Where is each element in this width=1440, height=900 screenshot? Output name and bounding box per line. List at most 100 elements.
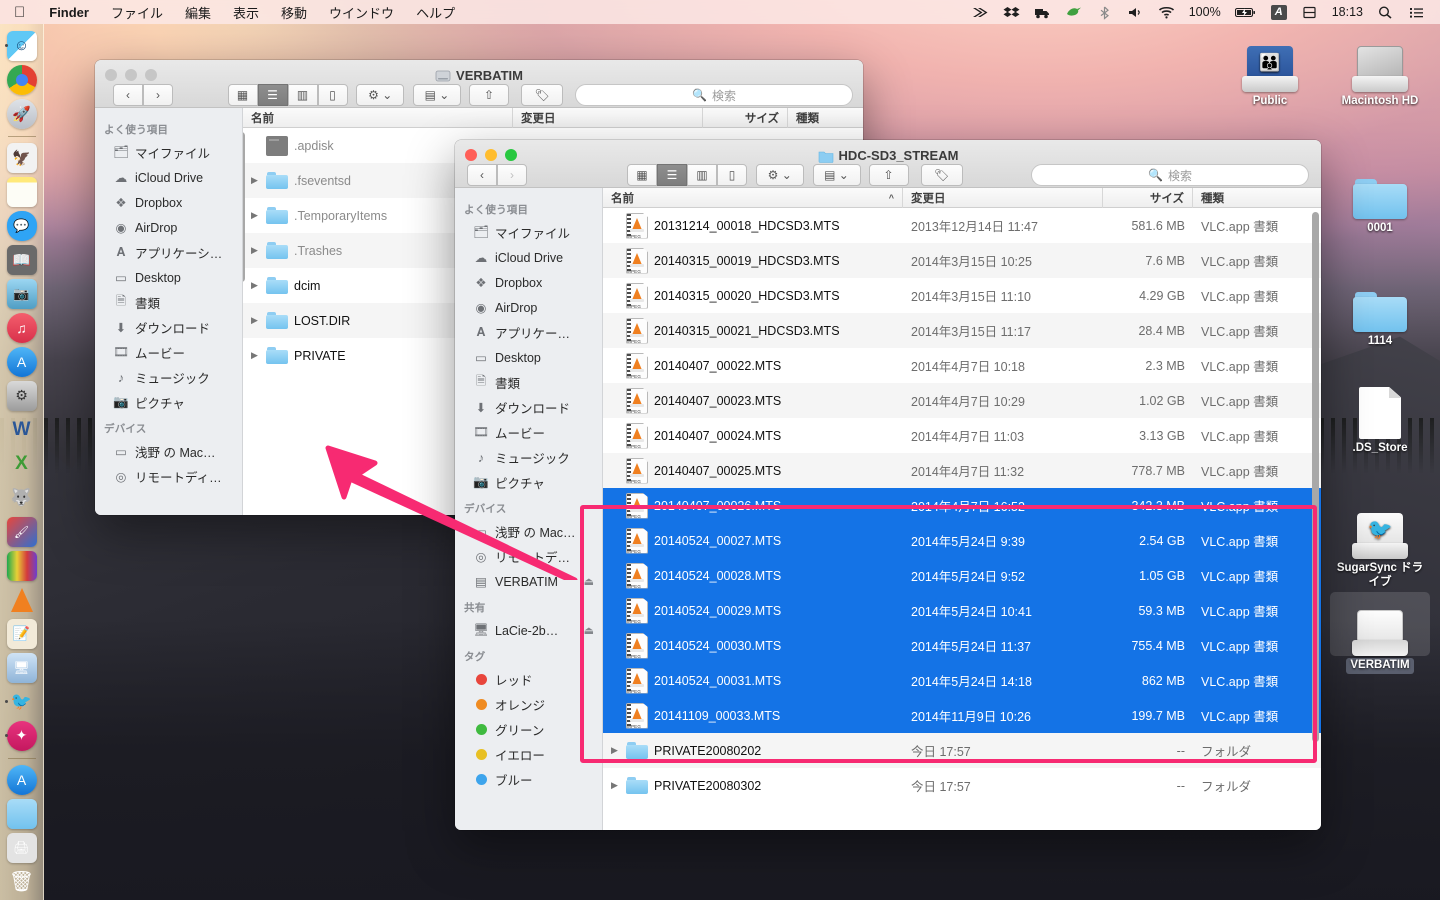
- dock-item-finder[interactable]: ☺: [5, 30, 39, 62]
- column-header-name[interactable]: 名前 ^: [603, 188, 903, 208]
- dock[interactable]: ☺ 🚀 🦅 💬 📖 📷 ♫ A ⚙ W X 🐺 🖌 📝 🖥 🐦 ✦ A 🖨 🗑: [0, 24, 44, 900]
- coverflow-view-icon[interactable]: ▯: [318, 84, 348, 106]
- disclosure-triangle[interactable]: ▶: [249, 280, 260, 291]
- window-titlebar[interactable]: VERBATIM ‹ › 戻る ▦ ☰ ▥ ▯ 表示 ⚙: [95, 60, 863, 108]
- calendar-icon[interactable]: [1294, 5, 1325, 20]
- vertical-scrollbar[interactable]: [1312, 212, 1319, 824]
- share-icon[interactable]: ⇧: [469, 84, 509, 106]
- search-input[interactable]: 🔍 検索: [1031, 164, 1309, 186]
- tag-icon[interactable]: 🏷: [521, 84, 563, 106]
- grid-icon[interactable]: ▤ ⌄: [413, 84, 461, 106]
- sidebar-item-movies[interactable]: 🎞ムービー: [95, 340, 242, 365]
- dock-item-iphoto[interactable]: 📷: [5, 278, 39, 310]
- sidebar-item-icloud-drive[interactable]: ☁iCloud Drive: [95, 165, 242, 190]
- window-titlebar[interactable]: HDC-SD3_STREAM ‹ › 戻る ▦ ☰ ▥ ▯ 表示: [455, 140, 1321, 188]
- menu-view[interactable]: 表示: [222, 3, 270, 22]
- desktop-icon-ds-store[interactable]: .DS_Store: [1330, 375, 1430, 457]
- finder-window-hdc-sd3-stream[interactable]: HDC-SD3_STREAM ‹ › 戻る ▦ ☰ ▥ ▯ 表示: [455, 140, 1321, 830]
- table-row[interactable]: MPEG20140407_00023.MTS2014年4月7日 10:291.0…: [603, 383, 1321, 418]
- back-button[interactable]: ‹: [467, 164, 497, 186]
- sidebar-item-tag-yellow[interactable]: イエロー: [455, 742, 602, 767]
- sidebar-item-verbatim[interactable]: ▤VERBATIM⏏: [455, 569, 602, 594]
- sidebar-item-myfiles[interactable]: 🗂マイファイル: [95, 140, 242, 165]
- desktop-icon-sugarsync[interactable]: 🐦 SugarSync ドライブ: [1330, 495, 1430, 591]
- table-row[interactable]: MPEG20141109_00033.MTS2014年11月9日 10:2619…: [603, 698, 1321, 733]
- volume-icon[interactable]: [1120, 5, 1151, 20]
- share-icon[interactable]: ⇧: [869, 164, 909, 186]
- gear-icon[interactable]: ⚙ ⌄: [356, 84, 404, 106]
- forward-button[interactable]: ›: [497, 164, 527, 186]
- dock-item-itunes[interactable]: ♫: [5, 312, 39, 344]
- sidebar-item-tag-red[interactable]: レッド: [455, 667, 602, 692]
- table-row[interactable]: MPEG20140524_00028.MTS2014年5月24日 9:521.0…: [603, 558, 1321, 593]
- menu-window[interactable]: ウインドウ: [318, 3, 405, 22]
- menu-go[interactable]: 移動: [270, 3, 318, 22]
- truck-icon[interactable]: [1027, 5, 1058, 20]
- sidebar-item-airdrop[interactable]: ◉AirDrop: [95, 215, 242, 240]
- sidebar-item-computer[interactable]: ▭浅野 の Mac…: [455, 519, 602, 544]
- column-header-size[interactable]: サイズ: [1103, 188, 1193, 208]
- table-row[interactable]: MPEG20140315_00019_HDCSD3.MTS2014年3月15日 …: [603, 243, 1321, 278]
- table-row[interactable]: MPEG20140407_00024.MTS2014年4月7日 11:033.1…: [603, 418, 1321, 453]
- sidebar-item-computer[interactable]: ▭浅野 の Mac…: [95, 439, 242, 464]
- menu-edit[interactable]: 編集: [174, 3, 222, 22]
- sidebar-item-movies[interactable]: 🎞ムービー: [455, 420, 602, 445]
- table-row[interactable]: MPEG20140524_00029.MTS2014年5月24日 10:4159…: [603, 593, 1321, 628]
- dock-item-notebook[interactable]: 📝: [5, 618, 39, 650]
- column-headers[interactable]: 名前 変更日 サイズ 種類: [243, 108, 863, 128]
- dock-item-vlc[interactable]: [5, 584, 39, 616]
- table-row[interactable]: MPEG20140315_00020_HDCSD3.MTS2014年3月15日 …: [603, 278, 1321, 313]
- sidebar-item-pictures[interactable]: 📷ピクチャ: [95, 390, 242, 415]
- sidebar-item-desktop[interactable]: ▭Desktop: [95, 265, 242, 290]
- dock-item-sugarsync[interactable]: 🐦: [5, 686, 39, 718]
- dock-item-image-editor[interactable]: 🖌: [5, 516, 39, 548]
- column-header-kind[interactable]: 種類: [788, 108, 863, 128]
- menu-bar-left[interactable]:  Finder ファイル 編集 表示 移動 ウインドウ ヘルプ: [0, 3, 466, 22]
- table-row[interactable]: ▶PRIVATE20080302今日 17:57--フォルダ: [603, 768, 1321, 803]
- table-row[interactable]: MPEG20140524_00027.MTS2014年5月24日 9:392.5…: [603, 523, 1321, 558]
- column-view-icon[interactable]: ▥: [687, 164, 717, 186]
- disclosure-triangle[interactable]: ▶: [249, 315, 260, 326]
- scrollbar-thumb[interactable]: [243, 132, 245, 282]
- sidebar-item-dropbox[interactable]: ❖Dropbox: [455, 270, 602, 295]
- list-view-icon[interactable]: ☰: [258, 84, 288, 106]
- sidebar-item-dropbox[interactable]: ❖Dropbox: [95, 190, 242, 215]
- column-headers[interactable]: 名前 ^ 変更日 サイズ 種類: [603, 188, 1321, 208]
- dock-item-scanner[interactable]: 🖨: [5, 832, 39, 864]
- bluetooth-icon[interactable]: [1089, 5, 1120, 20]
- column-header-kind[interactable]: 種類: [1193, 188, 1321, 208]
- sidebar-item-downloads[interactable]: ⬇ダウンロード: [455, 395, 602, 420]
- sidebar-item-tag-green[interactable]: グリーン: [455, 717, 602, 742]
- dock-item-notes[interactable]: [5, 176, 39, 208]
- sidebar-item-desktop[interactable]: ▭Desktop: [455, 345, 602, 370]
- dock-item-display-utility[interactable]: [5, 550, 39, 582]
- menu-help[interactable]: ヘルプ: [405, 3, 466, 22]
- column-view-icon[interactable]: ▥: [288, 84, 318, 106]
- desktop-icon-0001[interactable]: 0001: [1330, 155, 1430, 237]
- dock-item-microsoft-excel[interactable]: X: [5, 448, 39, 480]
- icon-view-icon[interactable]: ▦: [228, 84, 258, 106]
- desktop-icon-verbatim[interactable]: VERBATIM: [1330, 592, 1430, 674]
- back-button[interactable]: ‹: [113, 84, 143, 106]
- input-source-indicator[interactable]: A: [1264, 5, 1294, 20]
- dropbox-icon[interactable]: [996, 5, 1027, 20]
- dock-item-system-preferences[interactable]: ⚙: [5, 380, 39, 412]
- menu-file[interactable]: ファイル: [100, 3, 174, 22]
- sidebar-item-applications[interactable]: 𝐀アプリケーシ…: [95, 240, 242, 265]
- sidebar-item-remote-disc[interactable]: ◎リモートディ…: [95, 464, 242, 489]
- table-row[interactable]: MPEG20140524_00030.MTS2014年5月24日 11:3775…: [603, 628, 1321, 663]
- file-list[interactable]: 名前 ^ 変更日 サイズ 種類 MPEG20131214_00018_HDCSD…: [603, 188, 1321, 830]
- coverflow-view-icon[interactable]: ▯: [717, 164, 747, 186]
- battery-percent[interactable]: 100%: [1182, 5, 1228, 19]
- wifi-icon[interactable]: [1151, 5, 1182, 20]
- disclosure-triangle[interactable]: ▶: [249, 210, 260, 221]
- column-header-size[interactable]: サイズ: [703, 108, 788, 128]
- dock-item-downloads-folder[interactable]: [5, 798, 39, 830]
- icon-view-icon[interactable]: ▦: [627, 164, 657, 186]
- eject-icon[interactable]: ⏏: [584, 575, 594, 588]
- vertical-scrollbar[interactable]: [243, 132, 245, 312]
- dock-item-google-chrome[interactable]: [5, 64, 39, 96]
- table-row[interactable]: MPEG20140315_00021_HDCSD3.MTS2014年3月15日 …: [603, 313, 1321, 348]
- table-row[interactable]: ▶PRIVATE20080202今日 17:57--フォルダ: [603, 733, 1321, 768]
- menu-bar[interactable]:  Finder ファイル 編集 表示 移動 ウインドウ ヘルプ 100%: [0, 0, 1440, 24]
